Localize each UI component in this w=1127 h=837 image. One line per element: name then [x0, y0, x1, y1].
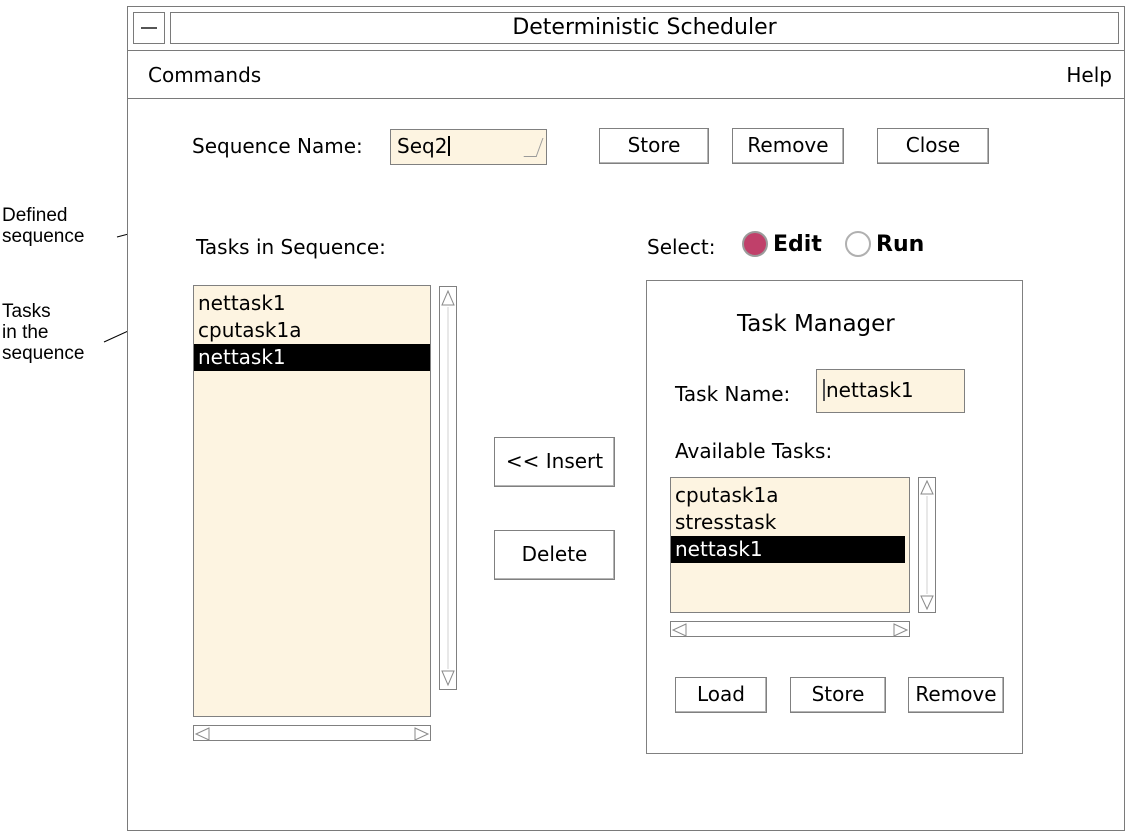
sequence-store-button[interactable]: Store: [599, 128, 709, 164]
tasks-horizontal-scrollbar[interactable]: [193, 725, 431, 741]
available-tasks-list[interactable]: cputask1a stresstask nettask1: [670, 477, 910, 613]
callout-line: sequence: [2, 343, 85, 364]
callout-defined-sequence: Defined sequence: [2, 205, 84, 247]
sequence-remove-button[interactable]: Remove: [732, 128, 844, 164]
select-label: Select:: [647, 235, 716, 259]
available-tasks-label: Available Tasks:: [675, 439, 833, 463]
task-name-value: nettask1: [826, 378, 914, 402]
menu-commands[interactable]: Commands: [148, 63, 261, 87]
callout-line: Tasks: [2, 301, 51, 322]
sequence-name-value: Seq2: [397, 134, 448, 158]
task-manager-title: Task Manager: [737, 311, 895, 337]
close-button[interactable]: Close: [877, 128, 989, 164]
delete-button[interactable]: Delete: [494, 530, 615, 580]
scrollbar-arrows-icon: [441, 289, 455, 687]
task-manager-panel: Task Manager Task Name: nettask1 Availab…: [646, 280, 1023, 754]
insert-button[interactable]: << Insert: [494, 437, 615, 487]
callout-line: Defined: [2, 205, 68, 226]
tasks-in-sequence-label: Tasks in Sequence:: [196, 235, 386, 259]
callout-line: in the: [2, 322, 49, 343]
window-title: Deterministic Scheduler: [170, 12, 1119, 44]
edit-radio-button[interactable]: [742, 231, 768, 257]
available-horizontal-scrollbar[interactable]: [670, 621, 910, 637]
sequence-name-field[interactable]: Seq2: [390, 129, 547, 165]
sequence-name-label: Sequence Name:: [192, 134, 363, 158]
task-name-label: Task Name:: [675, 382, 791, 406]
window-menu-button[interactable]: [133, 12, 165, 44]
list-item[interactable]: cputask1a: [671, 482, 909, 509]
tasks-in-sequence-list[interactable]: nettask1 cputask1a nettask1: [193, 285, 431, 717]
task-name-field[interactable]: nettask1: [816, 369, 965, 413]
callout-tasks-in-sequence: Tasks in the sequence: [2, 301, 84, 364]
scrollbar-arrows-icon: [920, 479, 934, 611]
tasks-vertical-scrollbar[interactable]: [439, 286, 457, 690]
title-bar[interactable]: Deterministic Scheduler: [128, 7, 1124, 51]
menu-bar: Commands Help: [128, 51, 1124, 99]
run-radio-button[interactable]: [845, 231, 871, 257]
dash-icon: [141, 27, 157, 29]
task-load-button[interactable]: Load: [675, 677, 767, 713]
menu-help[interactable]: Help: [1066, 63, 1112, 87]
edit-radio-label[interactable]: Edit: [773, 232, 822, 257]
scheduler-window: Deterministic Scheduler Commands Help Se…: [127, 6, 1125, 831]
list-item[interactable]: nettask1: [194, 290, 430, 317]
list-item[interactable]: stresstask: [671, 509, 909, 536]
task-store-button[interactable]: Store: [790, 677, 886, 713]
list-item-selected[interactable]: nettask1: [671, 536, 905, 563]
callout-line: sequence: [2, 226, 85, 247]
scrollbar-arrows-icon: [194, 727, 430, 741]
list-item[interactable]: cputask1a: [194, 317, 430, 344]
text-cursor-icon: [448, 136, 451, 156]
list-item-selected[interactable]: nettask1: [194, 344, 430, 371]
run-radio-label[interactable]: Run: [876, 232, 924, 257]
task-remove-button[interactable]: Remove: [908, 677, 1004, 713]
dropdown-arrow-icon[interactable]: [523, 138, 544, 157]
text-cursor-icon: [823, 379, 825, 401]
available-vertical-scrollbar[interactable]: [918, 477, 936, 613]
scrollbar-arrows-icon: [671, 623, 909, 637]
